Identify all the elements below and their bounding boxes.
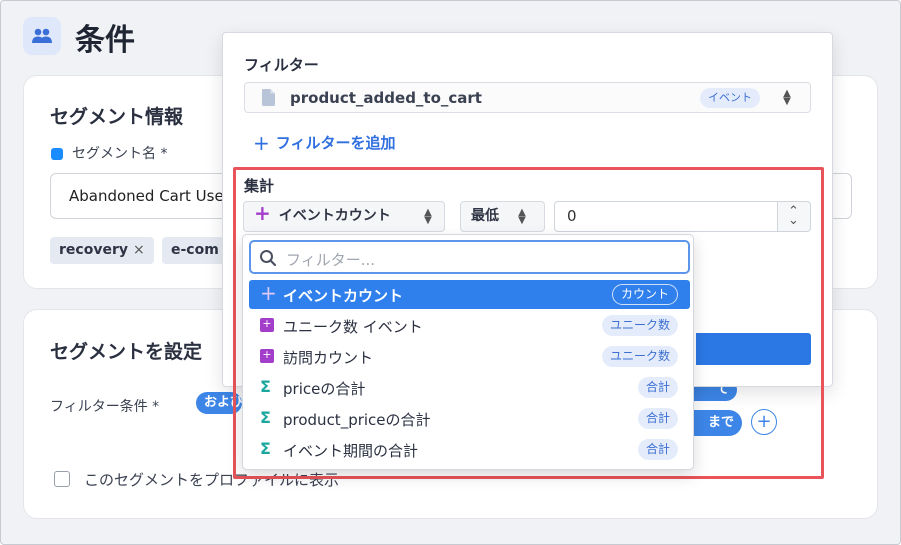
dropdown-item-label: priceの合計 xyxy=(283,380,366,398)
dropdown-item-label: イベントカウント xyxy=(283,287,404,305)
tag-remove-icon[interactable]: × xyxy=(133,242,145,258)
dropdown-item-badge: カウント xyxy=(611,284,678,305)
add-filter-button[interactable]: + フィルターを追加 xyxy=(253,131,395,155)
dropdown-item-event-duration-sum[interactable]: Σ イベント期間の合計 合計 xyxy=(249,435,690,464)
dropdown-item-label: product_priceの合計 xyxy=(283,411,431,429)
dropdown-item-badge: 合計 xyxy=(637,377,678,398)
dropdown-item-badge: ユニーク数 xyxy=(601,315,678,336)
dropdown-item-unique-events[interactable]: + ユニーク数 イベント ユニーク数 xyxy=(249,311,690,340)
dropdown-item-label: イベント期間の合計 xyxy=(283,442,419,460)
unique-icon: + xyxy=(260,318,274,332)
tag-recovery[interactable]: recovery × xyxy=(50,237,154,264)
dropdown-item-badge: 合計 xyxy=(637,408,678,429)
document-icon xyxy=(262,89,275,110)
event-select[interactable]: product_added_to_cart イベント ▲ ▼ xyxy=(244,82,811,113)
plus-icon: + xyxy=(260,281,277,305)
tag-e-com[interactable]: e-com xyxy=(162,237,228,264)
sort-updown-icon: ▲ ▼ xyxy=(783,88,791,107)
search-icon xyxy=(259,249,277,271)
unique-icon: + xyxy=(260,349,274,363)
users-icon xyxy=(23,17,61,55)
page-title: 条件 xyxy=(75,23,135,58)
dropdown-search-input[interactable]: フィルター... xyxy=(249,240,690,274)
sigma-icon: Σ xyxy=(260,377,271,396)
segment-config-title: セグメントを設定 xyxy=(50,341,203,363)
dropdown-item-visit-count[interactable]: + 訪問カウント ユニーク数 xyxy=(249,342,690,371)
sigma-icon: Σ xyxy=(260,439,271,458)
dropdown-item-event-count[interactable]: + イベントカウント カウント xyxy=(249,280,690,309)
filter-condition-label: フィルター条件 * xyxy=(50,399,160,415)
dropdown-item-price-sum[interactable]: Σ priceの合計 合計 xyxy=(249,373,690,402)
required-dot xyxy=(51,148,63,160)
event-type-badge: イベント xyxy=(700,88,760,108)
app-frame: 条件 セグメント情報 セグメント名 * Abandoned Cart Use r… xyxy=(0,0,901,545)
add-filter-label: フィルターを追加 xyxy=(275,134,396,152)
dropdown-item-product-price-sum[interactable]: Σ product_priceの合計 合計 xyxy=(249,404,690,433)
sigma-icon: Σ xyxy=(260,408,271,427)
filter-label: フィルター xyxy=(244,56,319,74)
plus-icon: + xyxy=(253,131,270,155)
segment-info-title: セグメント情報 xyxy=(50,106,184,128)
show-on-profile-checkbox[interactable] xyxy=(54,471,70,487)
dropdown-item-label: 訪問カウント xyxy=(283,349,374,367)
event-name: product_added_to_cart xyxy=(290,89,482,107)
search-placeholder: フィルター... xyxy=(286,251,376,269)
dropdown-item-badge: ユニーク数 xyxy=(601,346,678,367)
tag-label: e-com xyxy=(171,242,219,258)
segment-name-label: セグメント名 * xyxy=(72,146,168,162)
dropdown-item-label: ユニーク数 イベント xyxy=(283,318,423,336)
aggregation-dropdown: フィルター... + イベントカウント カウント + ユニーク数 イベント ユニ… xyxy=(242,234,694,470)
dropdown-item-badge: 合計 xyxy=(637,439,678,460)
tag-label: recovery xyxy=(59,242,128,258)
